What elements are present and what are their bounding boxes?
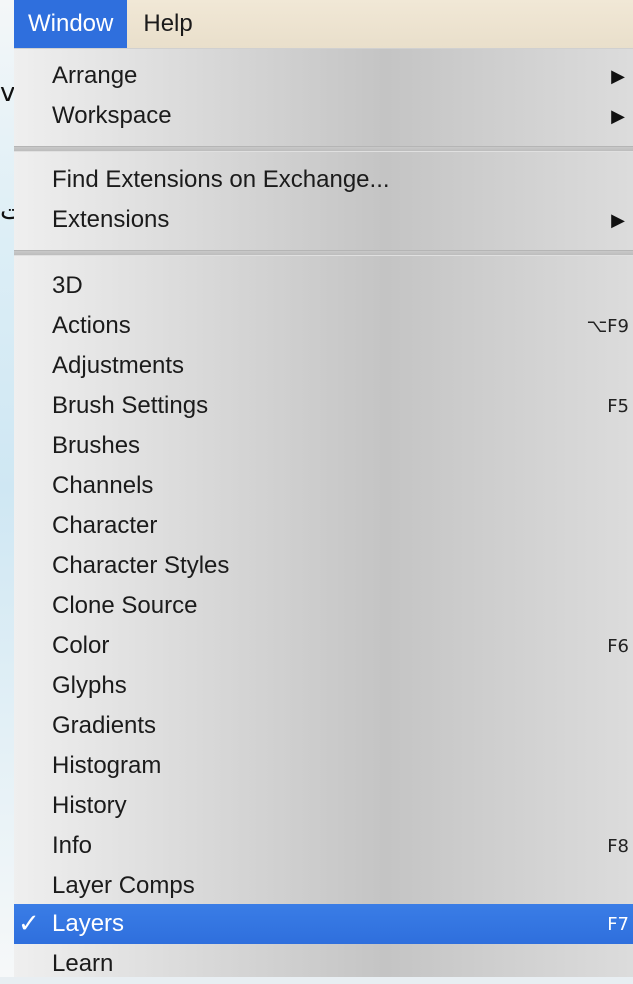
menu-item-find-extensions[interactable]: Find Extensions on Exchange... (14, 160, 633, 200)
menu-item-label: Channels (52, 472, 154, 499)
menu-item-label: 3D (52, 272, 83, 299)
submenu-arrow-icon: ▶ (611, 209, 625, 230)
menu-item-label: Gradients (52, 712, 157, 739)
menu-item-adjustments[interactable]: Adjustments (14, 346, 633, 386)
menu-item-label: Info (52, 832, 93, 859)
shortcut-label: F6 (607, 635, 629, 657)
shortcut-label: F8 (607, 835, 629, 857)
menu-item-label: History (52, 792, 127, 819)
shortcut-label: ⌥F9 (586, 315, 629, 337)
menu-item-gradients[interactable]: Gradients (14, 706, 633, 746)
menu-item-label: Glyphs (52, 672, 127, 699)
menu-item-channels[interactable]: Channels (14, 466, 633, 506)
shortcut-label: F7 (607, 913, 629, 935)
menu-item-label: Layer Comps (52, 872, 195, 899)
menu-item-brush-settings[interactable]: Brush Settings F5 (14, 386, 633, 426)
menu-item-label: Brushes (52, 432, 141, 459)
menu-item-learn[interactable]: Learn (14, 944, 633, 984)
menu-item-label: Actions (52, 312, 131, 339)
menu-item-layers[interactable]: ✓ Layers F7 (14, 904, 633, 944)
menu-item-brushes[interactable]: Brushes (14, 426, 633, 466)
menu-item-clone-source[interactable]: Clone Source (14, 586, 633, 626)
menu-item-label: Extensions (52, 206, 170, 233)
menu-item-character-styles[interactable]: Character Styles (14, 546, 633, 586)
menu-separator (14, 250, 633, 256)
menu-item-label: Histogram (52, 752, 162, 779)
menu-item-layer-comps[interactable]: Layer Comps (14, 866, 633, 906)
menu-item-label: Character Styles (52, 552, 230, 579)
menu-item-label: Brush Settings (52, 392, 209, 419)
menu-item-label: Workspace (52, 102, 172, 129)
menu-bar: Window Help (14, 0, 633, 48)
menu-item-label: Arrange (52, 62, 138, 89)
menu-item-character[interactable]: Character (14, 506, 633, 546)
menu-item-color[interactable]: Color F6 (14, 626, 633, 666)
menu-item-actions[interactable]: Actions ⌥F9 (14, 306, 633, 346)
shortcut-label: F5 (607, 395, 629, 417)
submenu-arrow-icon: ▶ (611, 105, 625, 126)
background-app-edge (0, 0, 14, 977)
menu-item-glyphs[interactable]: Glyphs (14, 666, 633, 706)
menu-item-label: Color (52, 632, 110, 659)
menu-item-3d[interactable]: 3D (14, 266, 633, 306)
menu-help[interactable]: Help (127, 0, 208, 48)
menu-item-info[interactable]: Info F8 (14, 826, 633, 866)
menu-item-label: Layers (52, 910, 125, 937)
menu-item-label: Clone Source (52, 592, 198, 619)
menu-separator (14, 146, 633, 152)
menu-item-arrange[interactable]: Arrange ▶ (14, 56, 633, 96)
menu-item-histogram[interactable]: Histogram (14, 746, 633, 786)
menu-item-label: Character (52, 512, 158, 539)
menu-item-extensions[interactable]: Extensions ▶ (14, 200, 633, 240)
menu-item-workspace[interactable]: Workspace ▶ (14, 96, 633, 136)
window-menu-dropdown: Arrange ▶ Workspace ▶ Find Extensions on… (14, 48, 633, 977)
menu-window[interactable]: Window (14, 0, 128, 48)
submenu-arrow-icon: ▶ (611, 65, 625, 86)
menu-item-label: Adjustments (52, 352, 185, 379)
menu-item-history[interactable]: History (14, 786, 633, 826)
menu-item-label: Learn (52, 950, 114, 977)
menu-item-label: Find Extensions on Exchange... (52, 166, 390, 193)
checkmark-icon: ✓ (18, 909, 40, 939)
